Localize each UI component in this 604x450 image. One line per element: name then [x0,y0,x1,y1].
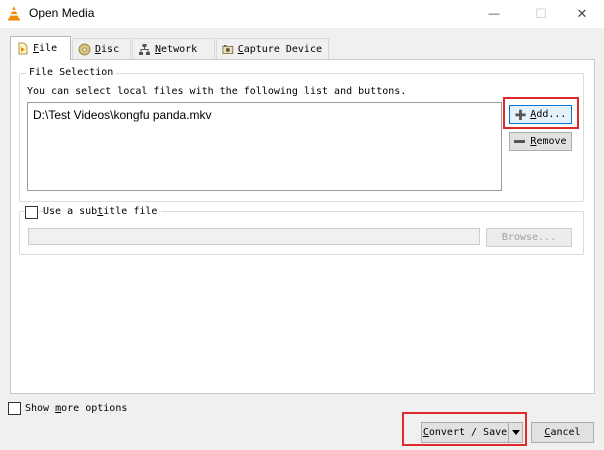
remove-button[interactable]: Remove [509,132,572,151]
subtitle-checkbox-label: Use a subtitle file [43,206,162,217]
subtitle-label-post: itle file [103,206,158,217]
close-button[interactable]: ✕ [560,0,604,28]
subtitle-path-input[interactable] [28,228,480,245]
show-more-pre: Show [25,403,56,414]
tab-disc-label: isc [101,43,120,55]
maximize-button[interactable]: ☐ [519,0,563,28]
cancel-label: ancel [550,427,581,438]
tab-capture-device-label: apture Device [243,43,322,55]
minus-icon [514,140,526,143]
capture-device-icon [222,44,234,54]
subtitle-checkbox[interactable] [25,206,38,219]
chevron-down-icon [511,430,520,435]
vlc-cone-icon [8,6,20,21]
convert-save-label: onvert / Save [428,427,508,438]
network-icon [139,43,150,55]
disc-icon [78,43,91,55]
list-item[interactable]: D:\Test Videos\kongfu panda.mkv [33,108,212,122]
file-selection-description: You can select local files with the foll… [27,86,407,97]
file-selection-legend: File Selection [26,67,117,78]
title-bar[interactable]: Open Media — ☐ ✕ [0,0,604,28]
add-button-label: dd... [536,109,567,120]
remove-button-label: emove [536,136,567,147]
tab-file[interactable]: File [10,36,71,60]
close-icon: ✕ [576,6,588,21]
file-icon [18,42,28,55]
window-title: Open Media [29,6,95,20]
show-more-post: ore options [61,403,128,414]
subtitle-label-pre: Use a sub [43,206,98,217]
tab-network-label: etwork [161,43,198,55]
minimize-button[interactable]: — [472,0,516,28]
cancel-button[interactable]: Cancel [531,422,594,443]
convert-save-button[interactable]: Convert / Save [421,422,509,443]
add-button[interactable]: ✚ Add... [509,105,572,124]
tab-file-label: ile [39,43,58,54]
browse-button[interactable]: Browse... [486,228,572,247]
convert-save-dropdown-button[interactable] [508,422,523,443]
tab-capture-device[interactable]: Capture Device [216,38,329,59]
maximize-icon: ☐ [535,6,547,21]
minimize-icon: — [488,8,500,20]
tab-disc[interactable]: Disc [72,38,131,59]
show-more-options-checkbox[interactable] [8,402,21,415]
file-list[interactable]: D:\Test Videos\kongfu panda.mkv [27,102,502,191]
tab-network[interactable]: Network [132,38,215,59]
show-more-options-label: Show more options [25,403,127,414]
plus-icon: ✚ [514,106,527,123]
